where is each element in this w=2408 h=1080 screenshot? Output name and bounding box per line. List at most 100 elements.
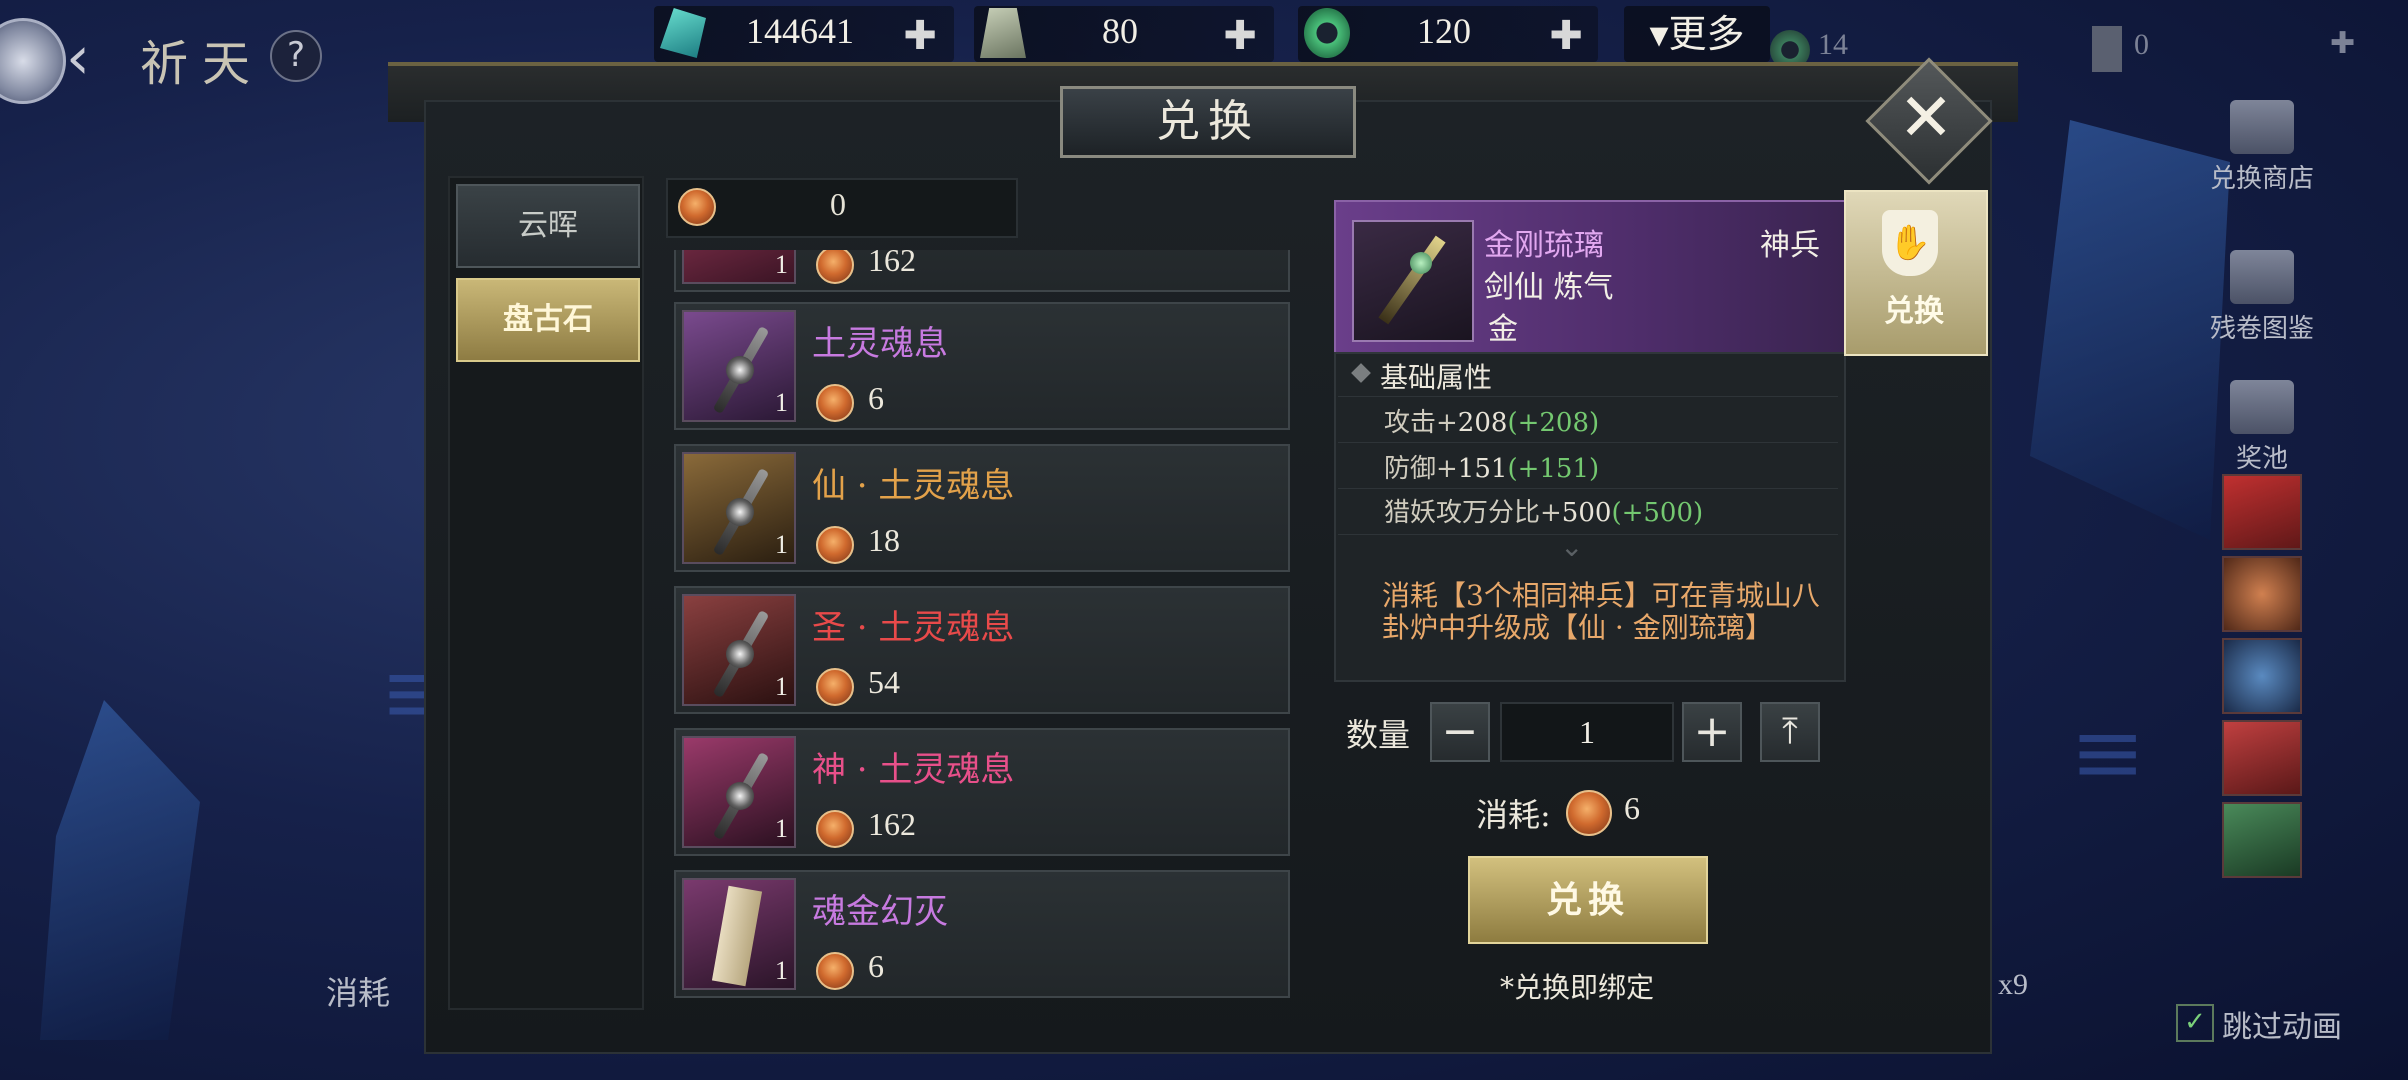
resource-value-token: 80	[1102, 11, 1138, 51]
divider	[1338, 442, 1838, 443]
list-item[interactable]: 1 魂金幻灭 6	[674, 870, 1290, 998]
skip-animation-label[interactable]: 跳过动画	[2222, 1002, 2342, 1046]
shop-icon	[2230, 100, 2294, 154]
quantity-label: 数量	[1346, 716, 1411, 754]
coin-icon	[678, 188, 716, 226]
attr-label: 防御+	[1384, 454, 1458, 484]
help-button[interactable]: ?	[270, 30, 322, 82]
yin-yang-icon	[726, 640, 754, 668]
item-cost: 6	[868, 380, 884, 416]
dim-resource-value: 0	[2134, 28, 2149, 61]
list-item[interactable]: 1 土灵魂息 6	[674, 302, 1290, 430]
category-tab-yunhui[interactable]: 云晖	[456, 184, 640, 268]
dim-resource-value: 14	[1818, 28, 1848, 61]
item-quantity: 1	[775, 814, 788, 843]
coin-icon	[1566, 790, 1612, 836]
category-tab-pangushi[interactable]: 盘古石	[456, 278, 640, 362]
rail-prize-pool[interactable]: 奖池	[2200, 380, 2324, 475]
rail-treasure-chest-icon[interactable]	[2222, 720, 2302, 796]
detail-item-element: 金	[1488, 312, 1518, 347]
menu-badge-icon[interactable]	[0, 18, 66, 104]
back-arrow-icon[interactable]: ‹	[66, 28, 112, 90]
attribute-row: 猎妖攻万分比+500(+500)	[1384, 492, 1703, 529]
attributes-header: 基础属性	[1380, 361, 1493, 394]
rail-fragment-catalog[interactable]: 残卷图鉴	[2200, 250, 2324, 345]
rail-label: 奖池	[2235, 444, 2288, 474]
item-cost: 18	[868, 522, 900, 558]
item-thumbnail: 1	[682, 452, 796, 564]
item-thumbnail: 1	[682, 878, 796, 990]
exchange-tag-icon: ✋	[1882, 210, 1938, 276]
attr-value: 208	[1457, 408, 1508, 438]
item-thumbnail: 1	[682, 310, 796, 422]
rail-swirl-icon[interactable]	[2222, 638, 2302, 714]
attr-value: 151	[1457, 454, 1508, 484]
attr-bonus: (+208)	[1507, 408, 1600, 438]
exchange-side-tab-label: 兑换	[1884, 294, 1944, 329]
yin-yang-icon	[726, 356, 754, 384]
add-token-button[interactable]: ✚	[1218, 14, 1262, 58]
item-quantity: 1	[775, 956, 788, 985]
item-quantity: 1	[775, 672, 788, 701]
divider	[1338, 534, 1838, 535]
currency-count: 0	[830, 186, 846, 222]
item-thumbnail: 1	[682, 250, 796, 284]
more-label: 更多	[1668, 12, 1745, 56]
coin-icon	[816, 384, 854, 422]
rail-panda-icon[interactable]	[2222, 802, 2302, 878]
item-thumbnail: 1	[682, 736, 796, 848]
bind-note: *兑换即绑定	[1500, 971, 1655, 1004]
item-thumbnail: 1	[682, 594, 796, 706]
item-cost: 54	[868, 664, 900, 700]
detail-item-class: 剑仙 炼气	[1484, 270, 1614, 305]
attribute-row: 攻击+208(+208)	[1384, 402, 1599, 439]
page-title: 祈天	[140, 36, 265, 92]
coin-icon	[816, 952, 854, 990]
quantity-input[interactable]: 1	[1500, 702, 1674, 762]
detail-item-type: 神兵	[1760, 228, 1820, 263]
chevron-down-icon: ▾	[1649, 12, 1669, 56]
list-item[interactable]: 1 圣 · 土灵魂息 54	[674, 586, 1290, 714]
rail-exchange-shop[interactable]: 兑换商店	[2200, 100, 2324, 195]
panel-title: 兑换	[1060, 86, 1356, 158]
item-cost: 162	[868, 806, 916, 842]
resource-value-jade: 144641	[746, 11, 854, 51]
item-cost: 162	[868, 250, 916, 278]
add-ring-button[interactable]: ✚	[1544, 14, 1588, 58]
yin-yang-icon	[726, 782, 754, 810]
attr-bonus: (+151)	[1507, 454, 1600, 484]
cost-value: 6	[1624, 790, 1640, 826]
close-icon[interactable]: ✕	[1884, 76, 1968, 160]
multiplier-label: x9	[1998, 968, 2028, 1001]
rail-red-envelope-icon[interactable]	[2222, 474, 2302, 550]
item-list[interactable]: 1 162 1 土灵魂息 6 1 仙 · 土灵魂息 18 1 圣 · 土灵魂息 …	[666, 250, 1296, 1002]
decrease-quantity-button[interactable]: −	[1430, 702, 1490, 762]
more-dropdown[interactable]: ▾更多	[1624, 6, 1770, 62]
coin-icon	[816, 250, 854, 284]
max-quantity-button[interactable]: ⤒	[1760, 702, 1820, 762]
rail-bronze-coin-icon[interactable]	[2222, 556, 2302, 632]
item-name: 土灵魂息	[812, 324, 948, 364]
skip-animation-checkbox[interactable]: ✓	[2176, 1004, 2214, 1042]
item-quantity: 1	[775, 388, 788, 417]
detail-thumbnail	[1352, 220, 1474, 342]
list-item[interactable]: 1 162	[674, 250, 1290, 292]
list-item[interactable]: 1 仙 · 土灵魂息 18	[674, 444, 1290, 572]
add-jade-button[interactable]: ✚	[898, 14, 942, 58]
item-name: 圣 · 土灵魂息	[812, 608, 1015, 648]
rail-label: 兑换商店	[2209, 164, 2314, 194]
detail-item-name: 金刚琉璃	[1484, 228, 1604, 263]
attr-bonus: (+500)	[1611, 498, 1704, 528]
increase-quantity-button[interactable]: +	[1682, 702, 1742, 762]
exchange-button[interactable]: 兑换	[1468, 856, 1708, 944]
background-crystal	[40, 700, 200, 1040]
coin-icon	[816, 526, 854, 564]
rail-label: 残卷图鉴	[2209, 314, 2314, 344]
item-description: 消耗【3个相同神兵】可在青城山八卦炉中升级成【仙 · 金刚琉璃】	[1382, 579, 1820, 644]
expand-chevron-icon[interactable]: ⌄	[1560, 530, 1583, 563]
yin-yang-icon	[726, 498, 754, 526]
divider	[1338, 488, 1838, 489]
list-item[interactable]: 1 神 · 土灵魂息 162	[674, 728, 1290, 856]
gift-icon	[2230, 380, 2294, 434]
item-name: 仙 · 土灵魂息	[812, 466, 1015, 506]
